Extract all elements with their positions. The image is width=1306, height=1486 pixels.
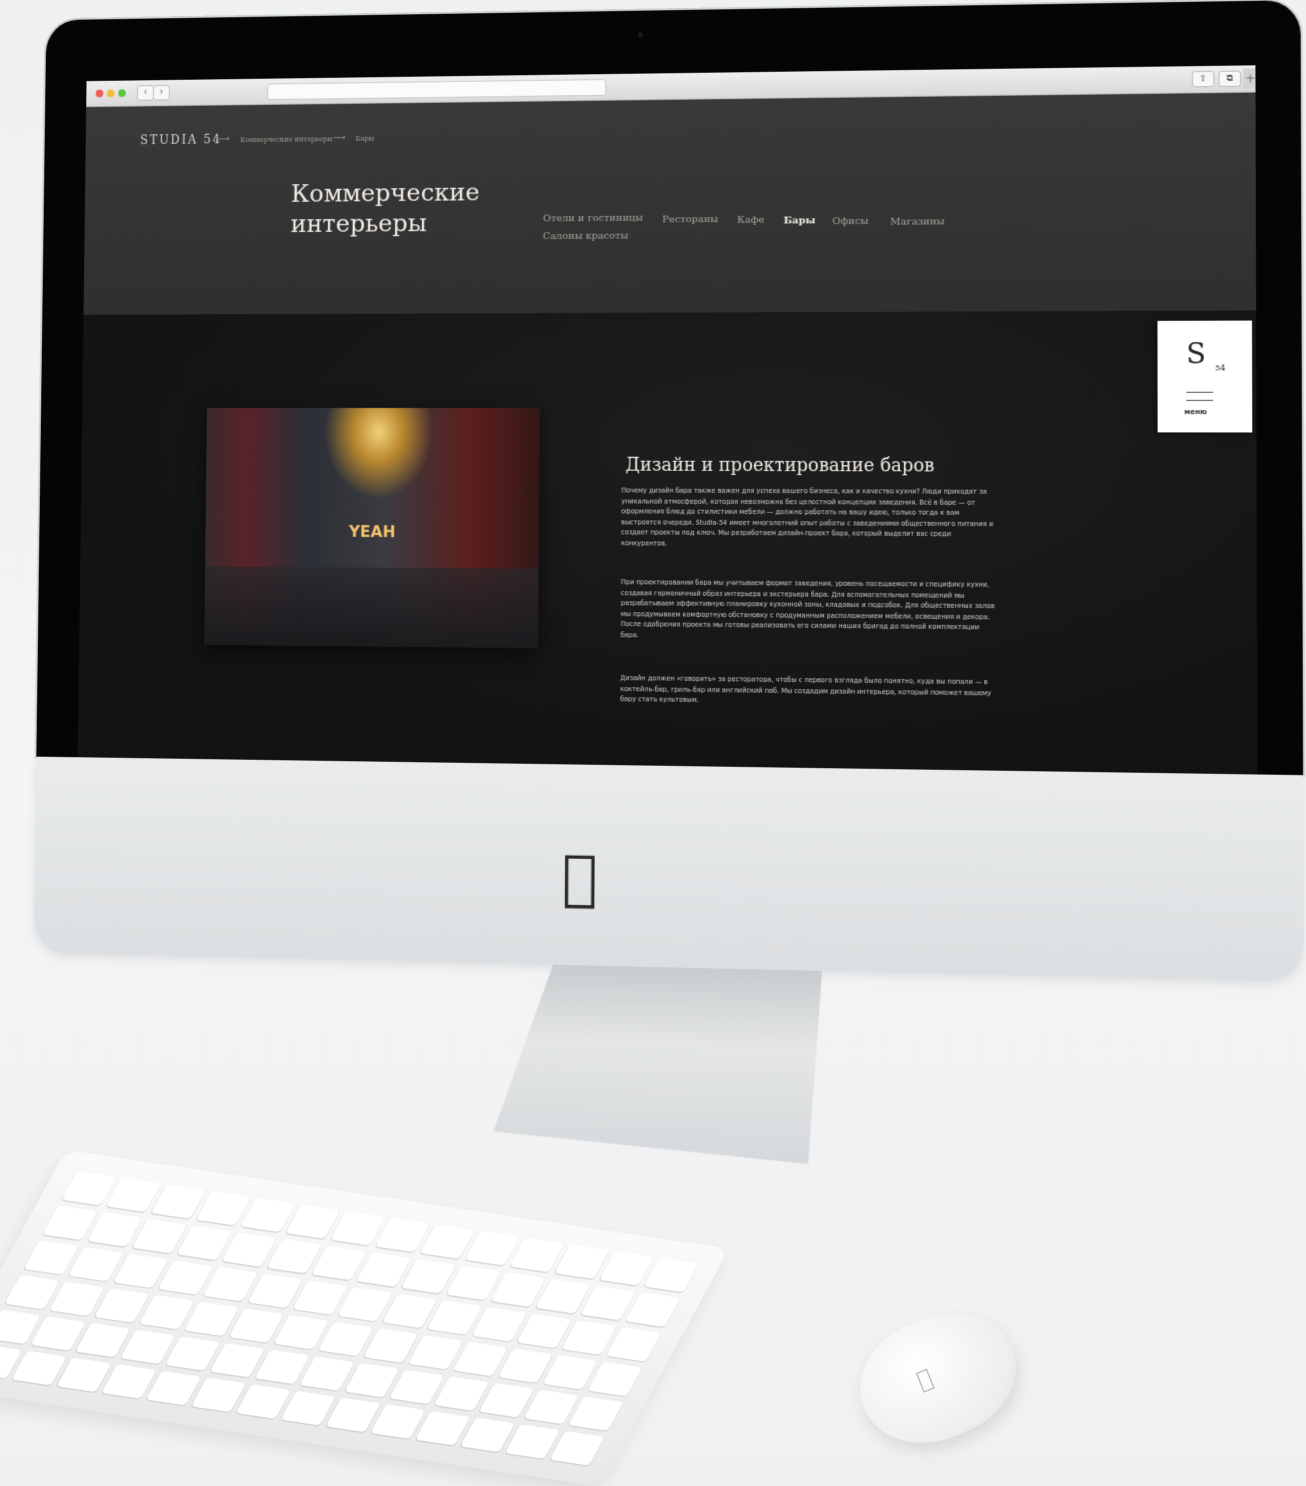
menu-line-icon [1186,392,1213,393]
breadcrumb-bars: Бары [355,135,374,143]
apple-logo-icon:  [913,1363,937,1394]
breadcrumb-arrow: ⟶ [217,134,229,144]
photo-neon-sign: YEAH [349,522,396,541]
photo-floor-area [204,566,538,648]
side-menu-logo-number: 54 [1215,363,1226,372]
imac: ‹ › ⇪ ⧉ + STUDIA 54 ⟶ Коммерческие интер… [33,0,1304,1023]
apple-logo-icon:  [554,846,606,909]
menu-item-bars[interactable]: Бары [784,215,816,226]
keyboard [0,1150,729,1486]
menu-item-cafe[interactable]: Кафе [737,215,764,226]
menu-item-offices[interactable]: Офисы [832,216,868,227]
side-menu-button[interactable]: S 54 меню [1157,321,1252,433]
close-window-button[interactable] [96,90,104,98]
share-button[interactable]: ⇪ [1192,71,1215,87]
screen-bezel: ‹ › ⇪ ⧉ + STUDIA 54 ⟶ Коммерческие интер… [36,0,1303,775]
site-logo[interactable]: STUDIA 54 [140,133,222,147]
content-title: Дизайн и проектирование баров [625,455,934,477]
imac-stand [493,963,822,1164]
forward-button[interactable]: › [153,85,170,101]
content-paragraph: Почему дизайн бара также важен для успех… [621,486,999,551]
menu-line-icon [1186,400,1213,401]
menu-item-restaurants[interactable]: Рестораны [662,214,718,225]
back-button[interactable]: ‹ [137,85,154,101]
side-menu-label: меню [1184,408,1207,416]
page-title: Коммерческие интерьеры [291,176,513,238]
menu-item-shops[interactable]: Магазины [890,216,944,227]
minimize-window-button[interactable] [107,89,115,97]
site-header: STUDIA 54 ⟶ Коммерческие интерьеры ⟶ Бар… [84,93,1257,315]
content-paragraph: Дизайн должен «говорить» за ресторатора,… [620,673,998,709]
address-bar[interactable] [267,79,606,100]
tabs-overview-button[interactable]: ⧉ [1218,71,1241,87]
content-paragraph: При проектировании бара мы учитываем фор… [621,577,999,644]
keyboard-keys [0,1171,699,1466]
bar-interior-photo: YEAH [204,408,540,648]
website-screen: ‹ › ⇪ ⧉ + STUDIA 54 ⟶ Коммерческие интер… [78,65,1258,774]
breadcrumb-commercial[interactable]: Коммерческие интерьеры [240,135,332,144]
maximize-window-button[interactable] [118,89,126,97]
mouse:  [841,1292,1034,1463]
breadcrumb-arrow: ⟶ [333,133,345,143]
menu-item-beauty-salons[interactable]: Салоны красоты [543,231,629,242]
side-menu-logo: S [1186,337,1206,371]
menu-item-hotels[interactable]: Отели и гостиницы [543,213,643,225]
imac-chin:  [34,757,1304,982]
camera [638,32,643,37]
new-tab-button[interactable]: + [1243,68,1257,88]
